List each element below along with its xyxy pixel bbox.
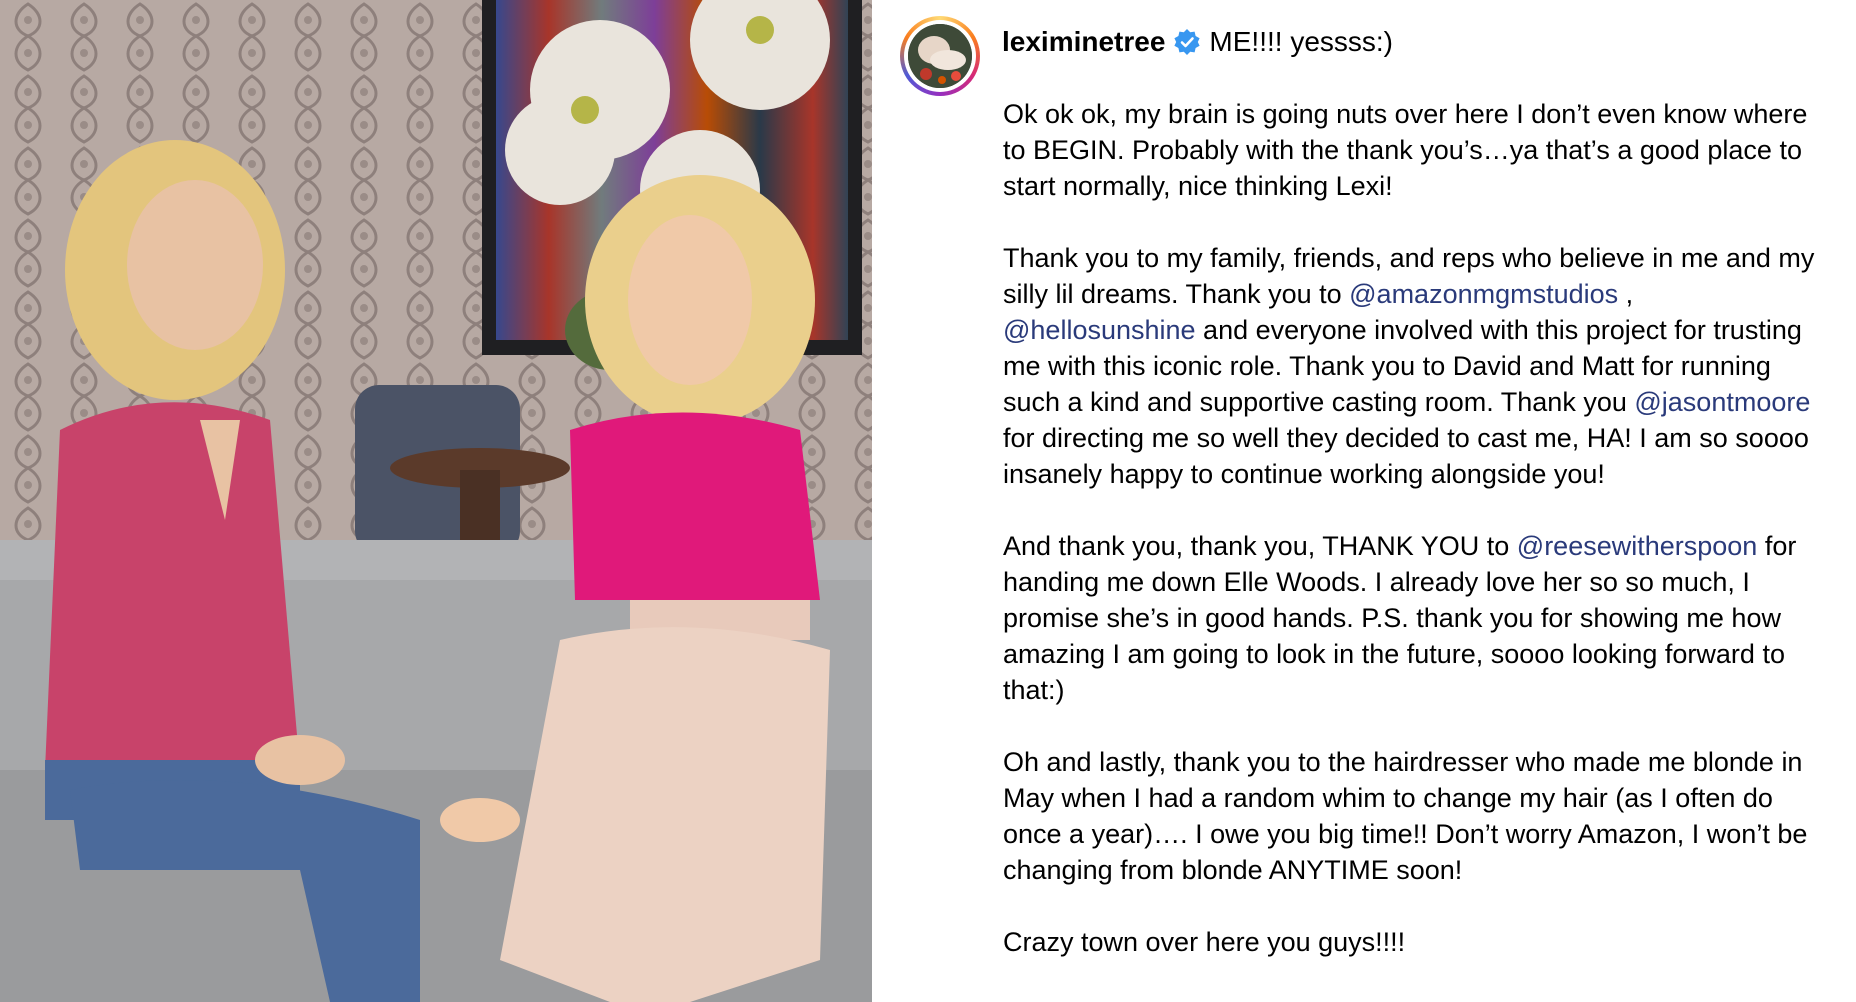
post-caption: Ok ok ok, my brain is going nuts over he… bbox=[1003, 96, 1833, 960]
caption-paragraph-2: Thank you to my family, friends, and rep… bbox=[1003, 240, 1833, 492]
username-link[interactable]: leximinetree bbox=[1002, 23, 1165, 61]
avatar-image bbox=[908, 24, 972, 88]
photo-illustration bbox=[0, 0, 872, 1002]
caption-text: , bbox=[1618, 279, 1634, 309]
caption-paragraph-1: Ok ok ok, my brain is going nuts over he… bbox=[1003, 99, 1808, 201]
mention-link-jasontmoore[interactable]: @jasontmoore bbox=[1634, 387, 1810, 417]
verified-badge-icon bbox=[1173, 28, 1201, 56]
post-panel: leximinetree ME!!!! yessss:) Ok ok ok, m… bbox=[872, 0, 1856, 1002]
avatar-border bbox=[904, 20, 976, 92]
mention-link-amazonmgmstudios[interactable]: @amazonmgmstudios bbox=[1349, 279, 1618, 309]
caption-text: And thank you, thank you, THANK YOU to bbox=[1003, 531, 1517, 561]
avatar-photo bbox=[908, 24, 972, 88]
mention-link-hellosunshine[interactable]: @hellosunshine bbox=[1003, 315, 1196, 345]
caption-paragraph-5: Crazy town over here you guys!!!! bbox=[1003, 927, 1406, 957]
post-media-image[interactable] bbox=[0, 0, 872, 1002]
post-header: leximinetree ME!!!! yessss:) bbox=[1002, 23, 1393, 61]
post-title-text: ME!!!! yessss:) bbox=[1209, 26, 1393, 57]
caption-text: for directing me so well they decided to… bbox=[1003, 423, 1809, 489]
mention-link-reesewitherspoon[interactable]: @reesewitherspoon bbox=[1517, 531, 1758, 561]
caption-paragraph-3: And thank you, thank you, THANK YOU to @… bbox=[1003, 528, 1833, 708]
avatar[interactable] bbox=[900, 16, 980, 96]
caption-paragraph-4: Oh and lastly, thank you to the hairdres… bbox=[1003, 747, 1808, 885]
